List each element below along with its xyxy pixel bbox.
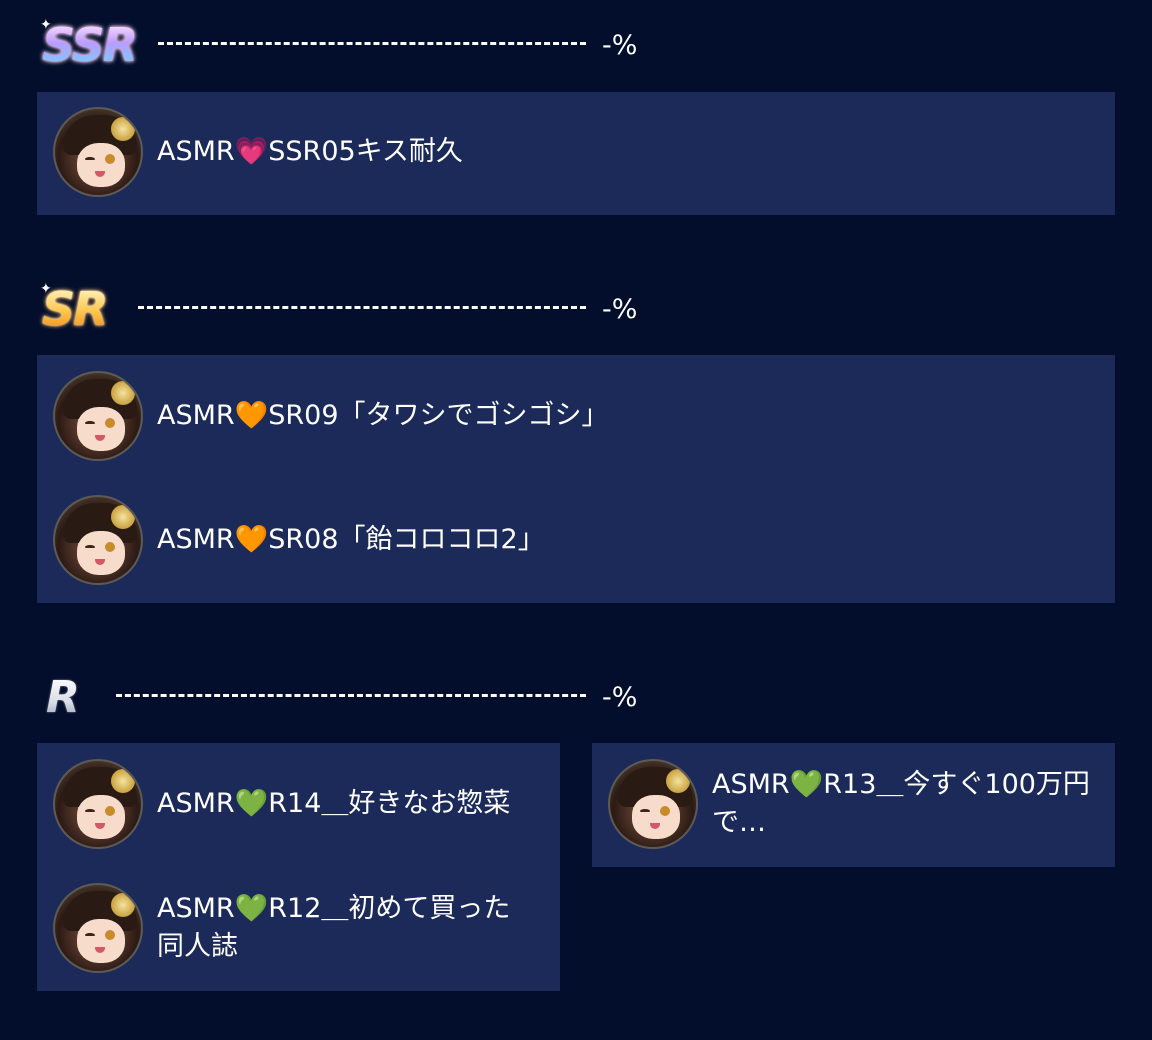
list-item[interactable]: ASMR💚R13＿今すぐ100万円で… [608, 759, 1108, 849]
item-title: ASMR💚R13＿今すぐ100万円で… [712, 769, 1090, 838]
rate-percent-r: -% [602, 682, 638, 713]
list-item[interactable]: ASMR💗SSR05キス耐久 [53, 107, 463, 197]
dotted-leader [116, 694, 586, 697]
item-title: ASMR💚R12＿初めて買った同人誌 [157, 893, 511, 962]
character-avatar-icon [53, 495, 143, 585]
dotted-leader [158, 42, 586, 45]
character-avatar-icon [53, 107, 143, 197]
list-item[interactable]: ASMR🧡SR08「飴コロコロ2」 [53, 495, 545, 585]
rarity-badge-r: R [46, 672, 80, 723]
character-avatar-icon [608, 759, 698, 849]
character-avatar-icon [53, 759, 143, 849]
dotted-leader [138, 306, 586, 309]
card-panel-sr: ASMR🧡SR09「タワシでゴシゴシ」 ASMR🧡SR08「飴コロコロ2」 [37, 355, 1115, 603]
rarity-badge-ssr: SSR [42, 18, 138, 72]
list-item[interactable]: ASMR💚R12＿初めて買った同人誌 [53, 883, 553, 973]
card-panel-r-left: ASMR💚R14＿好きなお惣菜 ASMR💚R12＿初めて買った同人誌 [37, 743, 560, 991]
item-title: ASMR🧡SR08「飴コロコロ2」 [157, 524, 545, 555]
list-item[interactable]: ASMR💚R14＿好きなお惣菜 [53, 759, 553, 849]
item-title: ASMR💗SSR05キス耐久 [157, 136, 463, 167]
rate-percent-ssr: -% [602, 30, 638, 61]
card-panel-r-right: ASMR💚R13＿今すぐ100万円で… [592, 743, 1115, 867]
card-panel-ssr: ASMR💗SSR05キス耐久 [37, 92, 1115, 215]
rate-percent-sr: -% [602, 294, 638, 325]
character-avatar-icon [53, 371, 143, 461]
item-title: ASMR💚R14＿好きなお惣菜 [157, 788, 511, 819]
rarity-badge-sr: SR [42, 282, 109, 336]
item-title: ASMR🧡SR09「タワシでゴシゴシ」 [157, 400, 609, 431]
character-avatar-icon [53, 883, 143, 973]
list-item[interactable]: ASMR🧡SR09「タワシでゴシゴシ」 [53, 371, 609, 461]
